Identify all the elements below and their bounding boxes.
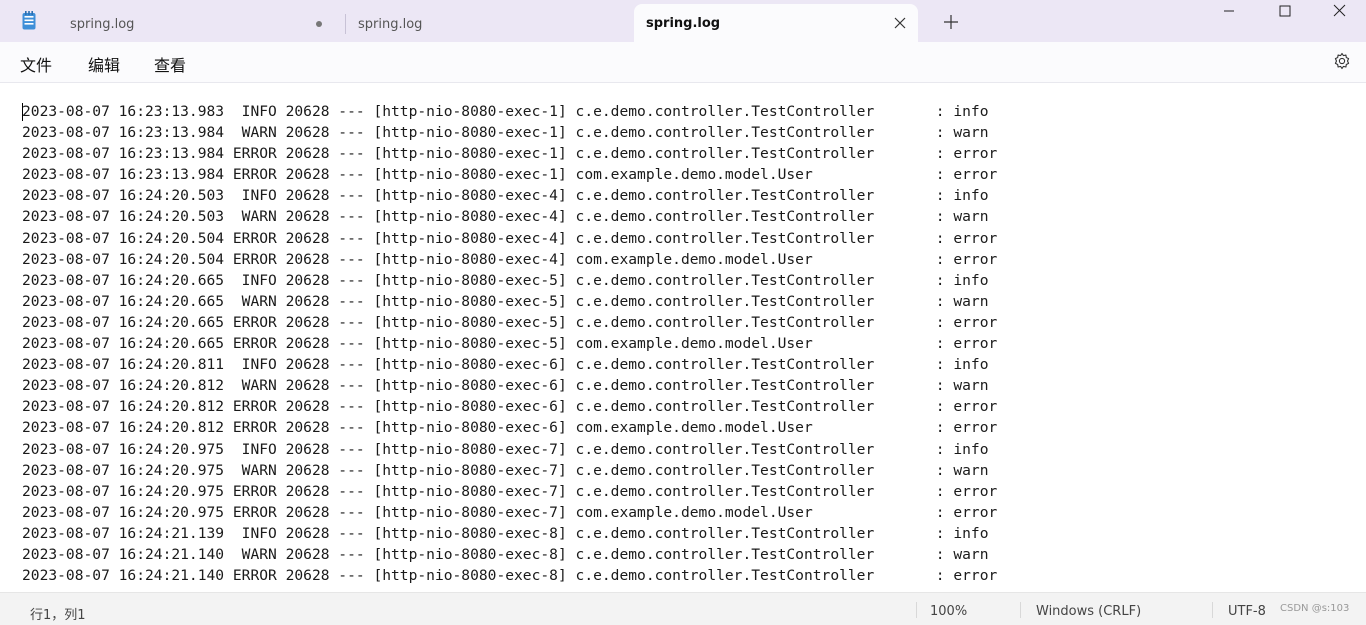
log-line: 2023-08-07 16:24:20.665 INFO 20628 --- [… bbox=[22, 271, 989, 289]
log-line: 2023-08-07 16:24:21.140 WARN 20628 --- [… bbox=[22, 545, 989, 563]
log-line: 2023-08-07 16:24:20.812 WARN 20628 --- [… bbox=[22, 377, 989, 395]
status-bar: 行1，列1 100% Windows (CRLF) UTF-8 CSDN @s:… bbox=[0, 592, 1366, 625]
tab-label: spring.log bbox=[646, 15, 721, 31]
tab-label: spring.log bbox=[70, 16, 135, 32]
menu-bar: 文件 编辑 查看 bbox=[0, 42, 1366, 83]
log-line: 2023-08-07 16:23:13.983 INFO 20628 --- [… bbox=[22, 103, 989, 120]
plus-icon[interactable] bbox=[942, 13, 960, 31]
cursor-position: 行1，列1 bbox=[30, 608, 86, 623]
status-divider bbox=[1020, 602, 1021, 618]
log-line: 2023-08-07 16:23:13.984 WARN 20628 --- [… bbox=[22, 124, 989, 142]
encoding: UTF-8 bbox=[1228, 604, 1266, 619]
notepad-icon bbox=[22, 11, 36, 30]
log-line: 2023-08-07 16:24:21.140 ERROR 20628 --- … bbox=[22, 567, 998, 585]
close-icon[interactable] bbox=[1312, 0, 1366, 24]
log-lines: 2023-08-07 16:23:13.983 INFO 20628 --- [… bbox=[22, 101, 997, 586]
log-line: 2023-08-07 16:24:20.975 WARN 20628 --- [… bbox=[22, 461, 989, 479]
menu-file[interactable]: 文件 bbox=[20, 52, 52, 76]
watermark: CSDN @s:103 bbox=[1280, 603, 1350, 614]
status-divider bbox=[916, 602, 917, 618]
unsaved-dot-icon bbox=[316, 21, 322, 27]
log-line: 2023-08-07 16:24:20.665 ERROR 20628 --- … bbox=[22, 313, 998, 331]
log-line: 2023-08-07 16:24:20.975 ERROR 20628 --- … bbox=[22, 503, 998, 521]
text-caret bbox=[22, 103, 23, 121]
maximize-icon[interactable] bbox=[1258, 0, 1312, 24]
log-line: 2023-08-07 16:24:20.812 ERROR 20628 --- … bbox=[22, 398, 998, 416]
text-editor[interactable]: 2023-08-07 16:23:13.983 INFO 20628 --- [… bbox=[0, 83, 1366, 592]
log-line: 2023-08-07 16:24:20.504 ERROR 20628 --- … bbox=[22, 250, 998, 268]
log-line: 2023-08-07 16:23:13.984 ERROR 20628 --- … bbox=[22, 166, 998, 184]
log-line: 2023-08-07 16:23:13.984 ERROR 20628 --- … bbox=[22, 145, 998, 163]
log-line: 2023-08-07 16:24:20.975 ERROR 20628 --- … bbox=[22, 482, 998, 500]
tab-spring-log-1[interactable]: spring.log bbox=[56, 6, 336, 42]
line-ending: Windows (CRLF) bbox=[1036, 604, 1142, 619]
log-line: 2023-08-07 16:24:20.665 ERROR 20628 --- … bbox=[22, 335, 998, 353]
zoom-level: 100% bbox=[930, 604, 968, 619]
title-bar: spring.log spring.log spring.log bbox=[0, 0, 1366, 42]
log-line: 2023-08-07 16:24:20.812 ERROR 20628 --- … bbox=[22, 419, 998, 437]
log-line: 2023-08-07 16:24:20.503 WARN 20628 --- [… bbox=[22, 208, 989, 226]
menu-view[interactable]: 查看 bbox=[154, 52, 186, 76]
close-icon[interactable] bbox=[892, 15, 908, 31]
status-divider bbox=[1212, 602, 1213, 618]
gear-icon[interactable] bbox=[1333, 52, 1351, 70]
log-line: 2023-08-07 16:24:21.139 INFO 20628 --- [… bbox=[22, 524, 989, 542]
log-line: 2023-08-07 16:24:20.665 WARN 20628 --- [… bbox=[22, 292, 989, 310]
minimize-icon[interactable] bbox=[1202, 0, 1256, 24]
log-line: 2023-08-07 16:24:20.503 INFO 20628 --- [… bbox=[22, 187, 989, 205]
log-line: 2023-08-07 16:24:20.975 INFO 20628 --- [… bbox=[22, 440, 989, 458]
log-line: 2023-08-07 16:24:20.504 ERROR 20628 --- … bbox=[22, 229, 998, 247]
tab-label: spring.log bbox=[358, 16, 423, 32]
tab-spring-log-active[interactable]: spring.log bbox=[634, 4, 918, 42]
menu-edit[interactable]: 编辑 bbox=[88, 52, 120, 76]
tab-spring-log-2[interactable]: spring.log bbox=[346, 6, 626, 42]
log-line: 2023-08-07 16:24:20.811 INFO 20628 --- [… bbox=[22, 356, 989, 374]
